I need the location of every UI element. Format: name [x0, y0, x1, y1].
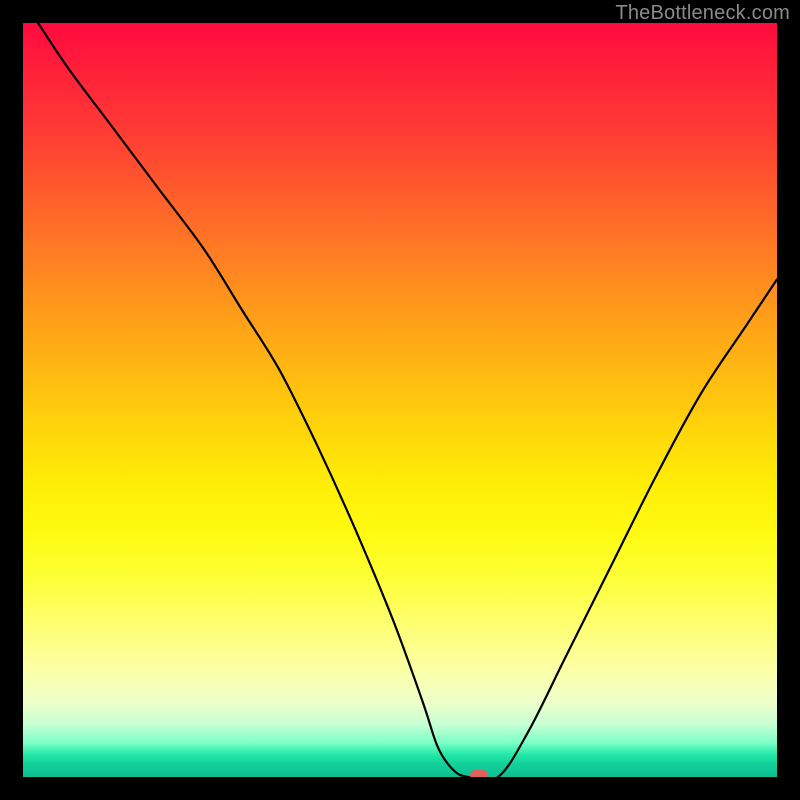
chart-frame: TheBottleneck.com	[0, 0, 800, 800]
bottleneck-curve	[23, 23, 777, 777]
plot-area	[23, 23, 777, 777]
watermark-text: TheBottleneck.com	[615, 2, 790, 25]
optimal-marker	[470, 770, 488, 777]
